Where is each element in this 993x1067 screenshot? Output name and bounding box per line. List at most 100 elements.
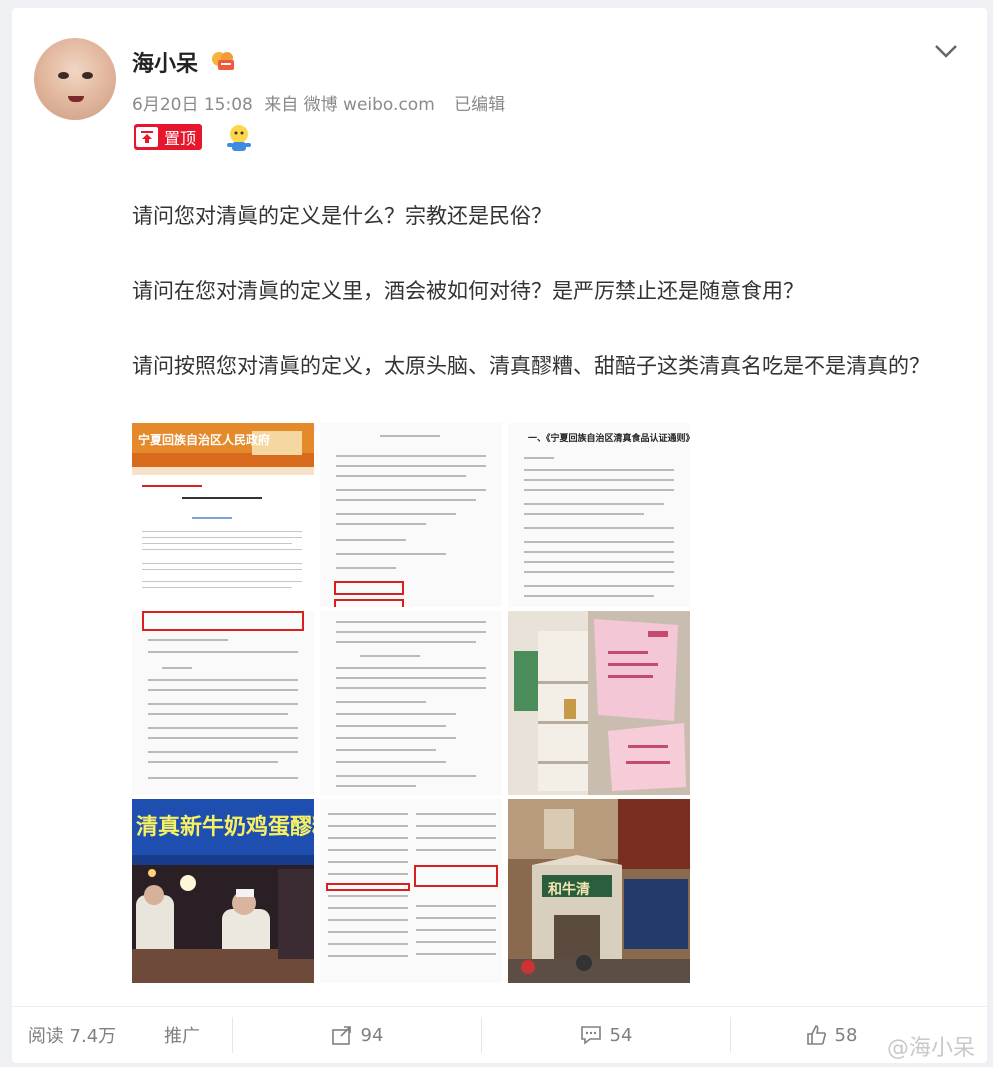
member-emoji-icon	[227, 125, 251, 151]
weibo-post-card: 海小呆 6月20日 15:08 来自 微博 weibo.com 已编辑 置顶 请…	[12, 8, 987, 1063]
highlight-box	[414, 865, 498, 887]
like-count: 58	[834, 1024, 858, 1046]
username[interactable]: 海小呆	[132, 46, 198, 78]
doc-title: 一、《宁夏回族自治区清真食品认证通则》	[528, 434, 690, 444]
post-meta: 6月20日 15:08 来自 微博 weibo.com 已编辑	[132, 90, 511, 115]
doc-line	[524, 513, 644, 515]
image-thumbnail[interactable]	[320, 799, 502, 983]
action-bar: 阅读 7.4万 推广 94 54 58	[12, 1006, 987, 1063]
doc-line	[416, 813, 496, 815]
doc-line	[336, 677, 486, 679]
website-screenshot-image	[132, 423, 314, 607]
doc-line	[524, 551, 674, 553]
doc-line	[416, 905, 496, 907]
promote-button[interactable]: 推广	[132, 1022, 232, 1048]
doc-line	[148, 639, 228, 641]
pin-icon	[136, 127, 158, 147]
read-count: 阅读 7.4万	[27, 1026, 117, 1047]
comment-button[interactable]: 54	[482, 1024, 730, 1046]
post-body: 请问您对清眞的定义是什么？宗教还是民俗？ 请问在您对清眞的定义里，酒会被如何对待…	[132, 198, 947, 385]
doc-line	[148, 713, 288, 715]
doc-line	[336, 713, 456, 715]
doc-line	[524, 457, 554, 459]
doc-line	[328, 955, 408, 957]
post-time[interactable]: 6月20日 15:08	[132, 95, 253, 115]
doc-line	[148, 703, 298, 705]
doc-line	[328, 919, 408, 921]
watermark: @海小呆	[886, 1036, 975, 1061]
doc-line	[416, 825, 496, 827]
doc-line	[524, 541, 674, 543]
image-thumbnail[interactable]: 清真新牛奶鸡蛋醪糟	[132, 799, 314, 983]
post-paragraph: 请问按照您对清眞的定义，太原头脑、清真醪糟、甜醅子这类清真名吃是不是清真的？	[132, 354, 930, 378]
avatar-mouth	[68, 96, 84, 102]
avatar[interactable]	[34, 38, 116, 120]
doc-line	[162, 667, 192, 669]
doc-line	[524, 469, 674, 471]
doc-line	[336, 725, 446, 727]
doc-line	[524, 595, 654, 597]
doc-line	[336, 523, 426, 525]
pinned-label: 置顶	[164, 129, 197, 148]
doc-line	[328, 849, 408, 851]
highlight-box	[142, 611, 304, 631]
storefront-sign: 和牛清	[548, 882, 590, 898]
doc-line	[336, 737, 456, 739]
doc-line	[416, 929, 496, 931]
image-thumbnail[interactable]: 一、《宁夏回族自治区清真食品认证通则》	[508, 423, 690, 607]
image-thumbnail[interactable]	[508, 611, 690, 795]
doc-line	[336, 465, 486, 467]
doc-line	[328, 837, 408, 839]
vip-badge-icon[interactable]	[210, 50, 236, 72]
repost-button[interactable]: 94	[233, 1024, 481, 1046]
doc-line	[524, 503, 664, 505]
image-thumbnail[interactable]: 和牛清	[508, 799, 690, 983]
doc-line	[336, 513, 456, 515]
doc-line	[328, 825, 408, 827]
doc-line	[336, 761, 446, 763]
doc-line	[148, 777, 298, 779]
thumbs-up-icon	[806, 1025, 826, 1045]
doc-line	[416, 941, 496, 943]
doc-line	[148, 761, 278, 763]
highlight-box	[326, 883, 410, 891]
doc-line	[524, 571, 674, 573]
doc-line	[336, 489, 486, 491]
post-paragraph: 请问您对清眞的定义是什么？宗教还是民俗？	[132, 204, 552, 228]
doc-line	[524, 561, 674, 563]
doc-line	[328, 873, 408, 875]
image-thumbnail[interactable]	[320, 423, 502, 607]
chevron-down-icon[interactable]	[933, 40, 959, 62]
highlight-box	[334, 599, 404, 607]
doc-line	[336, 749, 436, 751]
image-thumbnail[interactable]: 宁夏回族自治区人民政府	[132, 423, 314, 607]
shop-interior-image	[508, 611, 690, 795]
image-thumbnail[interactable]	[320, 611, 502, 795]
avatar-eye	[82, 72, 93, 79]
doc-line	[416, 953, 496, 955]
highlight-box	[334, 581, 404, 595]
doc-line	[524, 489, 674, 491]
doc-line	[336, 475, 466, 477]
banner-text: 宁夏回族自治区人民政府	[138, 433, 271, 447]
doc-line	[336, 687, 486, 689]
doc-line	[524, 585, 674, 587]
doc-line	[336, 701, 426, 703]
doc-line	[336, 785, 416, 787]
doc-line	[524, 479, 674, 481]
doc-line	[380, 435, 440, 437]
doc-line	[336, 455, 486, 457]
doc-line	[336, 553, 446, 555]
pinned-badge: 置顶	[134, 124, 203, 150]
doc-line	[336, 641, 476, 643]
comment-icon	[580, 1026, 601, 1045]
image-grid: 宁夏回族自治区人民政府 一、《宁夏回族自治区清真食品认证通则》 清真新牛奶鸡蛋醪…	[132, 423, 690, 983]
doc-line	[328, 907, 408, 909]
image-thumbnail[interactable]	[132, 611, 314, 795]
doc-line	[336, 631, 486, 633]
edited-label[interactable]: 已编辑	[454, 95, 505, 115]
post-source: 来自 微博 weibo.com	[264, 95, 435, 115]
doc-line	[336, 499, 476, 501]
doc-line	[524, 527, 674, 529]
repost-count: 94	[360, 1024, 384, 1046]
